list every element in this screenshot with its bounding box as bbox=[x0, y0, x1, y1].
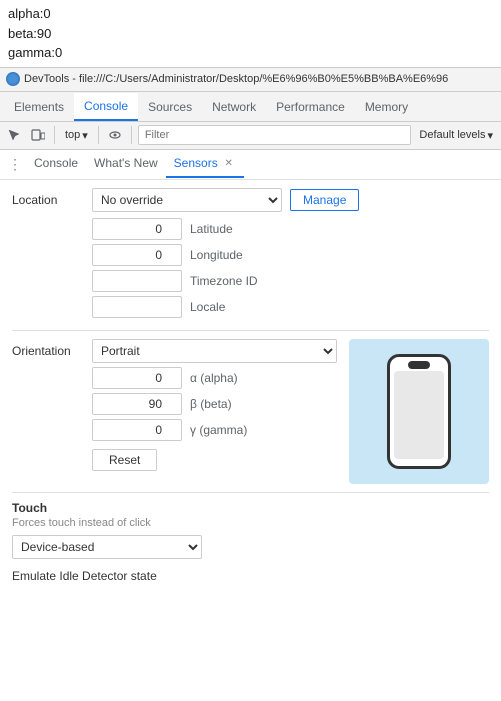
location-label: Location bbox=[12, 193, 84, 207]
alpha-input[interactable] bbox=[92, 367, 182, 389]
panel-tab-sensors[interactable]: Sensors ✕ bbox=[166, 150, 244, 178]
devtools-titlebar: DevTools - file:///C:/Users/Administrato… bbox=[0, 68, 501, 92]
beta-axis-label: β (beta) bbox=[190, 397, 250, 411]
touch-subtitle: Forces touch instead of click bbox=[12, 517, 489, 529]
toolbar-separator-3 bbox=[131, 126, 132, 144]
alpha-axis-label: α (alpha) bbox=[190, 371, 250, 385]
longitude-row: Longitude bbox=[92, 244, 489, 266]
sensors-panel: Location No override Berlin London Mosco… bbox=[0, 180, 501, 591]
latitude-input[interactable] bbox=[92, 218, 182, 240]
eye-icon[interactable] bbox=[105, 125, 125, 145]
panel-tab-whats-new[interactable]: What's New bbox=[86, 150, 166, 178]
section-divider-2 bbox=[12, 492, 489, 493]
panel-tab-handle[interactable]: ⋮ bbox=[8, 157, 22, 171]
section-divider-1 bbox=[12, 330, 489, 331]
alpha-row: α (alpha) bbox=[12, 367, 337, 389]
tab-sources[interactable]: Sources bbox=[138, 93, 202, 121]
toolbar-separator-1 bbox=[54, 126, 55, 144]
sensors-tab-close[interactable]: ✕ bbox=[222, 156, 236, 170]
phone-visualization bbox=[349, 339, 489, 484]
panel-tabs: ⋮ Console What's New Sensors ✕ bbox=[0, 150, 501, 180]
context-label: top bbox=[65, 129, 80, 141]
devtools-toolbar: top ▾ Default levels ▾ bbox=[0, 122, 501, 150]
manage-button[interactable]: Manage bbox=[290, 189, 359, 211]
context-dropdown[interactable]: top ▾ bbox=[61, 128, 92, 143]
filter-input[interactable] bbox=[138, 125, 412, 145]
tab-network[interactable]: Network bbox=[202, 93, 266, 121]
sensors-tab-label: Sensors bbox=[174, 156, 218, 170]
default-levels-label: Default levels bbox=[419, 129, 485, 141]
tab-performance[interactable]: Performance bbox=[266, 93, 355, 121]
locale-label: Locale bbox=[190, 300, 225, 314]
idle-label: Emulate Idle Detector state bbox=[12, 569, 489, 583]
orientation-section: Orientation Portrait Landscape Portrait … bbox=[12, 339, 489, 484]
devtools-panel: DevTools - file:///C:/Users/Administrato… bbox=[0, 67, 501, 591]
panel-tab-console[interactable]: Console bbox=[26, 150, 86, 178]
console-tab-label: Console bbox=[34, 156, 78, 170]
beta-input[interactable] bbox=[92, 393, 182, 415]
location-select[interactable]: No override Berlin London Moscow Mountai… bbox=[92, 188, 282, 212]
locale-input[interactable] bbox=[92, 296, 182, 318]
tab-console[interactable]: Console bbox=[74, 93, 138, 121]
beta-row: β (beta) bbox=[12, 393, 337, 415]
default-levels-chevron: ▾ bbox=[487, 129, 493, 142]
location-row: Location No override Berlin London Mosco… bbox=[12, 188, 489, 212]
whats-new-tab-label: What's New bbox=[94, 156, 158, 170]
gamma-axis-label: γ (gamma) bbox=[190, 423, 250, 437]
timezone-label: Timezone ID bbox=[190, 274, 258, 288]
orientation-select[interactable]: Portrait Landscape Portrait Primary Land… bbox=[92, 339, 337, 363]
location-section: Location No override Berlin London Mosco… bbox=[12, 188, 489, 318]
tab-elements[interactable]: Elements bbox=[4, 93, 74, 121]
gamma-row: γ (gamma) bbox=[12, 419, 337, 441]
default-levels-dropdown[interactable]: Default levels ▾ bbox=[415, 128, 497, 143]
toolbar-separator-2 bbox=[98, 126, 99, 144]
devtools-title: DevTools - file:///C:/Users/Administrato… bbox=[24, 73, 448, 85]
orientation-left: Orientation Portrait Landscape Portrait … bbox=[12, 339, 337, 484]
devtools-main-tabs: Elements Console Sources Network Perform… bbox=[0, 92, 501, 122]
gamma-input[interactable] bbox=[92, 419, 182, 441]
tab-memory[interactable]: Memory bbox=[355, 93, 418, 121]
beta-value: beta:90 bbox=[8, 24, 493, 44]
latitude-label: Latitude bbox=[190, 222, 233, 236]
longitude-label: Longitude bbox=[190, 248, 243, 262]
longitude-input[interactable] bbox=[92, 244, 182, 266]
phone-body bbox=[387, 354, 451, 469]
touch-select[interactable]: Device-based Force enabled Force disable… bbox=[12, 535, 202, 559]
phone-notch bbox=[408, 361, 430, 369]
device-toggle-icon[interactable] bbox=[28, 125, 48, 145]
inspect-icon[interactable] bbox=[4, 125, 24, 145]
coord-fields: Latitude Longitude Timezone ID Locale bbox=[92, 218, 489, 318]
alpha-value: alpha:0 bbox=[8, 4, 493, 24]
touch-title: Touch bbox=[12, 501, 489, 515]
locale-row: Locale bbox=[92, 296, 489, 318]
latitude-row: Latitude bbox=[92, 218, 489, 240]
timezone-row: Timezone ID bbox=[92, 270, 489, 292]
orientation-type-row: Orientation Portrait Landscape Portrait … bbox=[12, 339, 337, 363]
context-chevron: ▾ bbox=[82, 129, 88, 142]
devtools-favicon bbox=[6, 72, 20, 86]
orientation-label: Orientation bbox=[12, 344, 84, 358]
reset-button[interactable]: Reset bbox=[92, 449, 157, 471]
page-content: alpha:0 beta:90 gamma:0 bbox=[0, 0, 501, 67]
timezone-input[interactable] bbox=[92, 270, 182, 292]
phone-screen bbox=[394, 371, 444, 459]
gamma-value: gamma:0 bbox=[8, 43, 493, 63]
touch-section: Touch Forces touch instead of click Devi… bbox=[12, 501, 489, 559]
